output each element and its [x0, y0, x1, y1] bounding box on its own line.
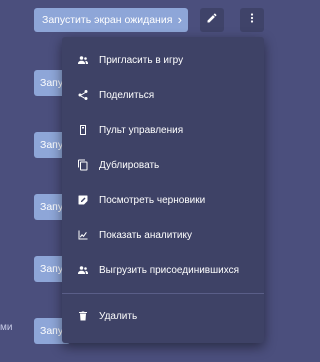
menu-item-show-analytics[interactable]: Показать аналитику — [62, 218, 264, 252]
share-icon — [77, 89, 89, 101]
people-icon — [77, 54, 89, 66]
menu-item-remote-control[interactable]: Пульт управления — [62, 113, 264, 147]
more-vertical-icon — [246, 11, 258, 29]
options-menu: Пригласить в игру Поделиться Пульт управ… — [62, 37, 264, 343]
start-waiting-screen-button[interactable]: Запустить экран ожидания › — [34, 8, 188, 32]
chevron-right-icon: › — [177, 12, 182, 27]
menu-item-export-joined[interactable]: Выгрузить присоединившихся — [62, 253, 264, 287]
menu-item-label: Удалить — [99, 310, 138, 322]
menu-item-view-drafts[interactable]: Посмотреть черновики — [62, 183, 264, 217]
menu-item-label: Посмотреть черновики — [99, 194, 206, 206]
menu-item-label: Поделиться — [99, 89, 155, 101]
remote-icon — [77, 124, 89, 136]
edit-button[interactable] — [200, 8, 224, 32]
menu-item-label: Выгрузить присоединившихся — [99, 264, 240, 276]
menu-item-label: Пульт управления — [99, 124, 184, 136]
menu-item-invite[interactable]: Пригласить в игру — [62, 43, 264, 77]
menu-item-label: Пригласить в игру — [99, 54, 184, 66]
pencil-icon — [206, 11, 218, 29]
menu-item-label: Показать аналитику — [99, 229, 193, 241]
people-icon — [77, 264, 89, 276]
menu-item-share[interactable]: Поделиться — [62, 78, 264, 112]
truncated-row-text: ми — [0, 322, 13, 333]
analytics-icon — [77, 229, 89, 241]
more-options-button[interactable] — [240, 8, 264, 32]
menu-item-delete[interactable]: Удалить — [62, 299, 264, 333]
menu-item-duplicate[interactable]: Дублировать — [62, 148, 264, 182]
trash-icon — [77, 310, 89, 322]
drafts-icon — [77, 194, 89, 206]
start-waiting-screen-label: Запустить экран ожидания — [42, 14, 173, 26]
copy-icon — [77, 159, 89, 171]
menu-divider — [62, 293, 264, 294]
menu-item-label: Дублировать — [99, 159, 160, 171]
